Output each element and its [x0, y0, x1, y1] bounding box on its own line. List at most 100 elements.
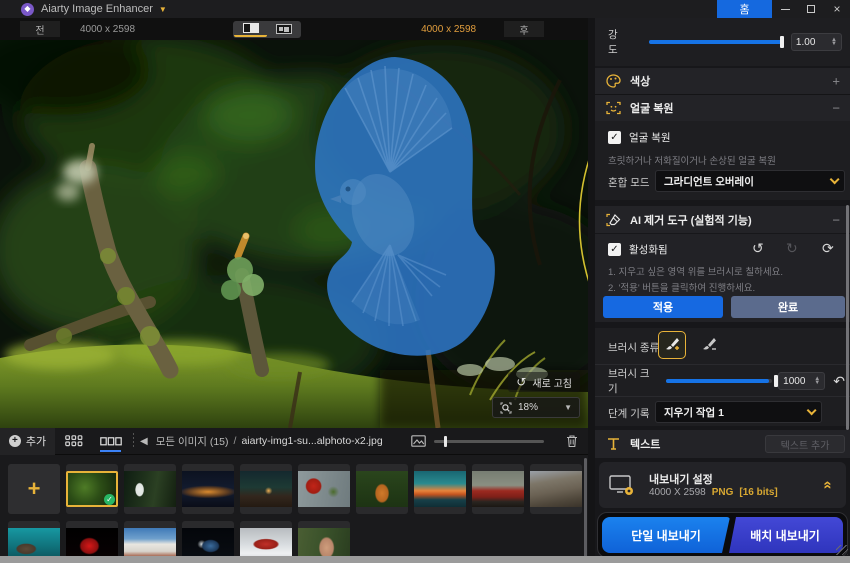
collapse-icon[interactable]: − [832, 212, 840, 227]
strength-value-spinner[interactable]: 1.00 ▲ ▼ [790, 33, 842, 51]
enabled-checkbox[interactable]: ✓ [608, 242, 621, 256]
filmstrip-view-button[interactable] [92, 428, 129, 455]
ai-remove-section-header[interactable]: AI 제거 도구 (실험적 기능) − [595, 206, 850, 233]
filmstrip-toolbar: + 추가 ◀ 모든 이미지 (15) / aiarty-img1-su...al… [0, 427, 588, 455]
brush-size-value: 1000 [783, 375, 806, 387]
side-by-side-view-button[interactable] [267, 22, 300, 37]
blend-mode-dropdown[interactable]: 그라디언트 오버레이 [655, 170, 845, 192]
app-window: ◆ Aiarty Image Enhancer ▼ 홈 × 전 4000 x 2… [0, 0, 850, 563]
thumbnail-lake-house[interactable] [240, 464, 292, 514]
split-view-button[interactable] [234, 22, 268, 37]
color-section-label: 색상 [630, 76, 651, 88]
photo-bird-forest [0, 40, 588, 428]
maximize-button[interactable] [798, 0, 824, 18]
single-export-button[interactable]: 단일 내보내기 [602, 517, 730, 553]
magnifier-icon [500, 402, 512, 413]
thumbnail-bird-forest-selected[interactable]: ✓ [66, 464, 118, 514]
thumbnail-size-icon [411, 435, 426, 447]
thumbnail-city-night[interactable] [182, 464, 234, 514]
blend-mode-value: 그라디언트 오버레이 [664, 175, 754, 188]
add-images-button[interactable]: + 추가 [0, 427, 55, 455]
collapse-up-icon[interactable]: « [819, 481, 836, 489]
refresh-control[interactable]: ↺ 새로 고침 [508, 372, 580, 392]
add-label: 추가 [25, 436, 47, 448]
ai-remove-section-label: AI 제거 도구 (실험적 기능) [630, 214, 752, 227]
breadcrumb-all-images[interactable]: 모든 이미지 (15) [156, 434, 229, 449]
zoom-control[interactable]: 18% ▼ [492, 397, 580, 418]
brush-size-label: 브러시 크기 [608, 368, 650, 395]
brush-add-icon [666, 338, 679, 350]
chevron-down-icon[interactable]: ▼ [159, 5, 167, 14]
enabled-checkbox-row[interactable]: ✓ 활성화됨 [608, 240, 668, 258]
thumbnail-red-classic-car[interactable] [472, 464, 524, 514]
export-buttons-frame: 단일 내보내기 배치 내보내기 [597, 512, 848, 558]
back-arrow-icon[interactable]: ◀ [140, 436, 148, 447]
image-canvas[interactable]: ↺ 새로 고침 18% ▼ [0, 40, 588, 428]
brush-add-button[interactable] [658, 331, 686, 359]
thumbnail-image [240, 471, 292, 507]
tab-after[interactable]: 후 [504, 21, 545, 37]
export-settings-card[interactable]: 내보내기 설정 4000 X 2598 PNG [16 bits] « [599, 462, 846, 508]
reset-icon[interactable]: ⟳ [822, 241, 834, 255]
thumbnail-gallery: + ✓ [0, 455, 588, 563]
collapse-icon[interactable]: − [832, 101, 840, 116]
instruction-step-2: 2. '적용' 버튼을 클릭하여 진행하세요. [608, 283, 756, 294]
thumbnail-scrollbar[interactable] [584, 458, 587, 563]
thumbnail-sunset-lake[interactable] [414, 464, 466, 514]
close-button[interactable]: × [824, 0, 850, 18]
text-section-header[interactable]: 텍스트 텍스트 추가 [595, 430, 850, 458]
color-section-header[interactable]: 색상 + [595, 68, 850, 94]
home-button[interactable]: 홈 [717, 0, 772, 18]
redo-icon[interactable]: ↻ [786, 241, 798, 255]
window-bottom-scrollbar[interactable] [0, 556, 850, 563]
add-image-tile[interactable]: + [8, 464, 60, 514]
palette-icon [605, 73, 621, 89]
minimize-button[interactable] [772, 0, 798, 18]
expand-icon[interactable]: + [832, 74, 840, 89]
thumbnail-image [124, 471, 176, 507]
selected-check-icon: ✓ [104, 494, 115, 505]
history-dropdown[interactable]: 지우기 작업 1 [655, 401, 822, 423]
enabled-label: 활성화됨 [629, 243, 668, 256]
thumbnail-village-street[interactable] [530, 464, 582, 514]
grid-view-button[interactable] [55, 428, 92, 455]
panel-scrollbar[interactable] [846, 205, 849, 430]
split-view-icon [242, 23, 259, 33]
history-label: 단계 기록 [608, 408, 650, 420]
strength-slider[interactable] [648, 36, 784, 48]
add-text-button[interactable]: 텍스트 추가 [765, 435, 845, 453]
brush-subtract-button[interactable] [695, 331, 723, 359]
export-settings-icon [609, 474, 635, 496]
filmstrip-view-icon [99, 436, 122, 445]
text-tool-icon [605, 436, 621, 452]
tab-before[interactable]: 전 [20, 21, 60, 37]
thumbnail-size-slider[interactable] [434, 435, 544, 447]
thumbnail-girl-portrait[interactable] [356, 464, 408, 514]
brush-size-spinner[interactable]: 1000 ▲ ▼ [778, 372, 826, 390]
window-resize-grip[interactable] [836, 545, 848, 555]
grid-view-icon [64, 435, 82, 447]
brush-size-reset-icon[interactable]: ↶ [833, 374, 845, 388]
face-section-label: 얼굴 복원 [630, 103, 674, 115]
batch-export-button[interactable]: 배치 내보내기 [729, 517, 843, 553]
side-by-side-icon [275, 24, 292, 34]
brush-size-slider[interactable] [665, 375, 778, 387]
face-restore-checkbox[interactable]: ✓ [608, 130, 621, 144]
trash-icon[interactable] [566, 434, 578, 448]
done-button[interactable]: 완료 [731, 296, 845, 318]
thumbnail-red-flower-hummingbird[interactable] [298, 464, 350, 514]
chevron-down-icon: ▼ [564, 403, 572, 412]
chevron-down-icon [829, 173, 840, 184]
plus-circle-icon: + [8, 435, 21, 447]
undo-icon[interactable]: ↺ [752, 241, 764, 255]
export-bit-depth: [16 bits] [739, 487, 778, 498]
thumbnail-heron[interactable] [124, 464, 176, 514]
face-restore-icon [605, 100, 621, 116]
before-dimensions: 4000 x 2598 [80, 23, 136, 35]
face-section-header[interactable]: 얼굴 복원 − [595, 95, 850, 121]
apply-button[interactable]: 적용 [603, 296, 723, 318]
text-section-label: 텍스트 [630, 439, 661, 451]
thumbnail-image [414, 471, 466, 507]
thumbnail-image [530, 471, 582, 507]
face-restore-checkbox-row[interactable]: ✓ 얼굴 복원 [608, 128, 671, 146]
